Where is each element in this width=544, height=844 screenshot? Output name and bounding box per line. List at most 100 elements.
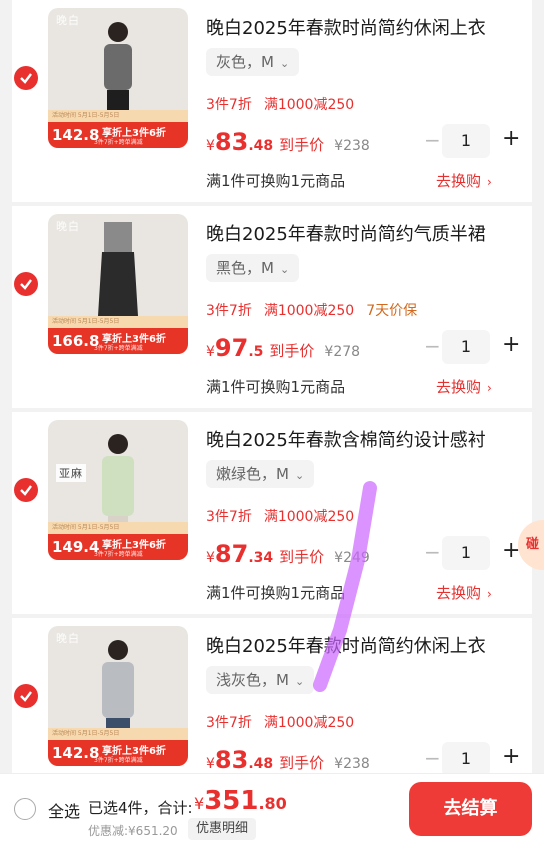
price-currency: ¥ bbox=[206, 344, 215, 360]
quantity-input[interactable]: 1 bbox=[442, 124, 490, 158]
quantity-stepper: − 1 + bbox=[424, 124, 534, 158]
sku-label: 浅灰色，M bbox=[216, 671, 289, 689]
total-currency: ¥ bbox=[194, 794, 205, 813]
shirt-shape bbox=[104, 44, 132, 90]
exchange-link[interactable]: 去换购 › bbox=[436, 170, 492, 191]
quantity-input[interactable]: 1 bbox=[442, 330, 490, 364]
promo-tag: 满1000减250 bbox=[263, 97, 355, 113]
promo-tag: 3件7折 bbox=[206, 715, 252, 731]
price-label: 到手价 bbox=[279, 754, 325, 772]
check-icon bbox=[20, 691, 32, 702]
promo-tag: 满1000减250 bbox=[263, 303, 355, 319]
original-price: ¥249 bbox=[334, 550, 370, 566]
sku-selector[interactable]: 黑色，M ⌄ bbox=[206, 254, 300, 282]
price-label: 到手价 bbox=[269, 342, 315, 360]
thumb-sub: 活动时间 5月1日-5月5日 bbox=[48, 110, 188, 122]
product-title[interactable]: 晚白2025年春款时尚简约休闲上衣 bbox=[206, 14, 486, 40]
chevron-down-icon: ⌄ bbox=[279, 263, 290, 276]
chevron-right-icon: › bbox=[487, 381, 492, 395]
price-label: 到手价 bbox=[279, 548, 325, 566]
increase-button[interactable]: + bbox=[502, 126, 520, 151]
total-int: 351 bbox=[204, 786, 259, 816]
thumb-price-bar: 142.8 享折上3件6折 3件7折+跨单满减 bbox=[48, 740, 188, 766]
decrease-button[interactable]: − bbox=[424, 128, 441, 152]
check-icon bbox=[20, 279, 32, 290]
total-price: ¥351.80 bbox=[194, 786, 287, 816]
product-title[interactable]: 晚白2025年春款时尚简约气质半裙 bbox=[206, 220, 486, 246]
sku-selector[interactable]: 浅灰色，M ⌄ bbox=[206, 666, 315, 694]
price-int: 83 bbox=[214, 128, 249, 156]
product-thumbnail[interactable]: 晚白 活动时间 5月1日-5月5日 142.8 享折上3件6折 3件7折+跨单满… bbox=[48, 8, 188, 148]
chevron-right-icon: › bbox=[487, 587, 492, 601]
product-title[interactable]: 晚白2025年春款含棉简约设计感衬 bbox=[206, 426, 486, 452]
decrease-button[interactable]: − bbox=[424, 746, 441, 770]
sku-label: 嫩绿色，M bbox=[216, 465, 289, 483]
exchange-link[interactable]: 去换购 › bbox=[436, 582, 492, 603]
item-checkbox[interactable] bbox=[14, 684, 38, 708]
promo-tag: 3件7折 bbox=[206, 303, 252, 319]
quantity-input[interactable]: 1 bbox=[442, 742, 490, 776]
product-thumbnail[interactable]: 晚白 活动时间 5月1日-5月5日 142.8 享折上3件6折 3件7折+跨单满… bbox=[48, 626, 188, 766]
checkout-button[interactable]: 去结算 bbox=[409, 782, 532, 836]
price: ¥83.48 到手价 ¥238 bbox=[206, 746, 370, 774]
exchange-text: 满1件可换购1元商品 bbox=[206, 172, 346, 190]
quantity-input[interactable]: 1 bbox=[442, 536, 490, 570]
select-all-radio[interactable] bbox=[14, 798, 36, 820]
thumb-sub: 活动时间 5月1日-5月5日 bbox=[48, 316, 188, 328]
promo-tags: 3件7折 满1000减250 7天价保 bbox=[206, 300, 429, 320]
thumb-price-bar: 142.8 享折上3件6折 3件7折+跨单满减 bbox=[48, 122, 188, 148]
product-thumbnail[interactable]: 晚白 活动时间 5月1日-5月5日 166.8 享折上3件6折 3件7折+跨单满… bbox=[48, 214, 188, 354]
increase-button[interactable]: + bbox=[502, 744, 520, 769]
chevron-down-icon: ⌄ bbox=[279, 57, 290, 70]
shirt-shape bbox=[102, 662, 134, 718]
price: ¥83.48 到手价 ¥238 bbox=[206, 128, 370, 156]
thumb-sub: 活动时间 5月1日-5月5日 bbox=[48, 522, 188, 534]
exchange-link-label: 去换购 bbox=[436, 378, 482, 396]
decrease-button[interactable]: − bbox=[424, 334, 441, 358]
original-price: ¥238 bbox=[334, 756, 370, 772]
exchange-text: 满1件可换购1元商品 bbox=[206, 584, 346, 602]
thumb-fine: 3件7折+跨单满减 bbox=[94, 551, 143, 558]
exchange-link-label: 去换购 bbox=[436, 172, 482, 190]
checkout-bar: 全选 已选4件，合计: ¥351.80 优惠减:¥651.20 优惠明细 去结算 bbox=[0, 773, 544, 844]
sku-selector[interactable]: 嫩绿色，M ⌄ bbox=[206, 460, 315, 488]
original-price: ¥278 bbox=[324, 344, 361, 360]
product-title[interactable]: 晚白2025年春款时尚简约休闲上衣 bbox=[206, 632, 486, 658]
exchange-link[interactable]: 去换购 › bbox=[436, 376, 492, 397]
price-int: 97 bbox=[214, 334, 249, 362]
discount-detail-button[interactable]: 优惠明细 bbox=[188, 818, 257, 840]
decrease-button[interactable]: − bbox=[424, 540, 441, 564]
item-checkbox[interactable] bbox=[14, 272, 38, 296]
exchange-text: 满1件可换购1元商品 bbox=[206, 378, 346, 396]
thumb-price-bar: 149.4 享折上3件6折 3件7折+跨单满减 bbox=[48, 534, 188, 560]
price: ¥97.5 到手价 ¥278 bbox=[206, 334, 360, 362]
chevron-down-icon: ⌄ bbox=[294, 469, 305, 482]
thumb-price: 166.8 bbox=[52, 332, 100, 350]
thumb-fine: 3件7折+跨单满减 bbox=[94, 757, 143, 764]
price-dec: .5 bbox=[248, 344, 264, 360]
promo-tag: 满1000减250 bbox=[263, 715, 355, 731]
price-dec: .34 bbox=[248, 550, 274, 566]
promo-tags: 3件7折 满1000减250 bbox=[206, 94, 366, 114]
promo-tag: 3件7折 bbox=[206, 97, 252, 113]
discount-text: 优惠减:¥651.20 bbox=[88, 824, 178, 838]
thumb-sub: 活动时间 5月1日-5月5日 bbox=[48, 728, 188, 740]
promo-tags: 3件7折 满1000减250 bbox=[206, 506, 366, 526]
product-thumbnail[interactable]: 亚麻 活动时间 5月1日-5月5日 149.4 享折上3件6折 3件7折+跨单满… bbox=[48, 420, 188, 560]
chevron-right-icon: › bbox=[487, 175, 492, 189]
thumb-price-bar: 166.8 享折上3件6折 3件7折+跨单满减 bbox=[48, 328, 188, 354]
total-dec: .80 bbox=[258, 794, 287, 813]
sku-label: 灰色，M bbox=[216, 53, 274, 71]
sku-selector[interactable]: 灰色，M ⌄ bbox=[206, 48, 300, 76]
promo-tag: 3件7折 bbox=[206, 509, 252, 525]
chevron-down-icon: ⌄ bbox=[294, 675, 305, 688]
increase-button[interactable]: + bbox=[502, 332, 520, 357]
check-icon bbox=[20, 73, 32, 84]
thumb-fine: 3件7折+跨单满减 bbox=[94, 345, 143, 352]
item-checkbox[interactable] bbox=[14, 66, 38, 90]
select-all-label[interactable]: 全选 bbox=[48, 798, 80, 822]
quantity-stepper: − 1 + bbox=[424, 742, 534, 776]
thumb-brand: 晚白 bbox=[56, 220, 80, 233]
item-checkbox[interactable] bbox=[14, 478, 38, 502]
price-int: 83 bbox=[214, 746, 249, 774]
